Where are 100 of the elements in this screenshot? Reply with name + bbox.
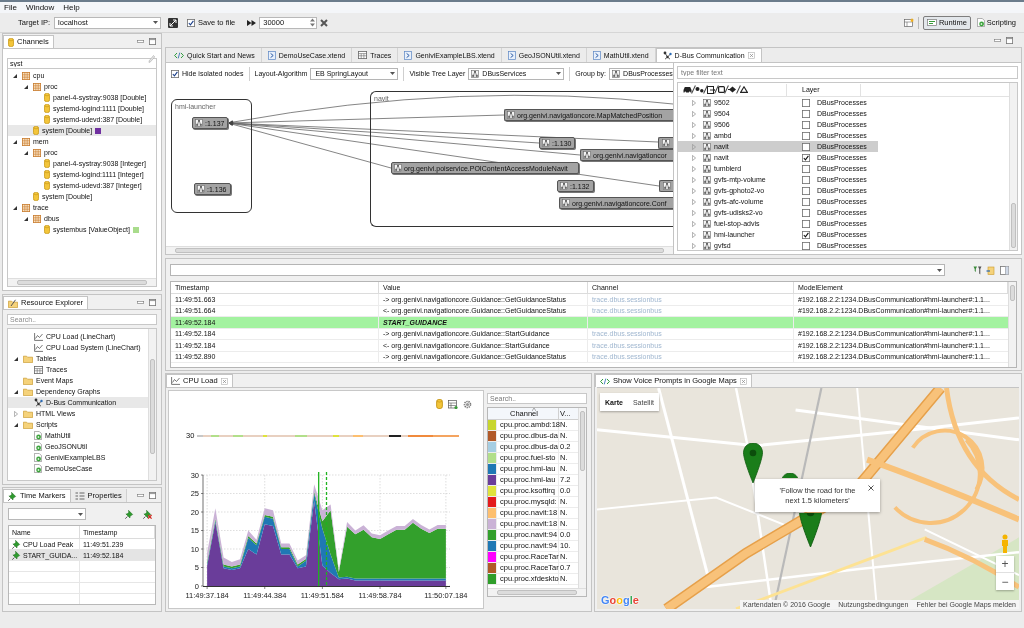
- checkbox[interactable]: [802, 230, 810, 239]
- triangle-icon: [740, 86, 748, 93]
- minimize-icon[interactable]: [137, 494, 144, 497]
- script-icon: [34, 431, 42, 440]
- network-icon: [703, 98, 711, 107]
- expanded-arrow-icon[interactable]: [13, 73, 17, 78]
- cylinder-icon: [44, 104, 50, 113]
- maximize-icon[interactable]: [149, 492, 156, 499]
- export-icon[interactable]: [986, 265, 995, 275]
- checkbox[interactable]: [802, 219, 810, 228]
- runtime-icon: [926, 19, 937, 26]
- minimize-icon[interactable]: [137, 40, 144, 43]
- network-icon: [703, 175, 711, 184]
- add-marker-icon[interactable]: [125, 509, 134, 519]
- checkbox[interactable]: [802, 142, 810, 151]
- cylinder-icon: [8, 37, 14, 47]
- script-icon: [34, 453, 42, 462]
- network-icon: [703, 197, 711, 206]
- expanded-arrow-icon[interactable]: [14, 389, 18, 394]
- checkbox[interactable]: [802, 164, 810, 173]
- table-icon: [358, 51, 368, 59]
- gear-icon[interactable]: [463, 400, 472, 409]
- cylinder-icon: [33, 192, 39, 201]
- sort-caret-icon: [532, 408, 536, 411]
- open-perspective-icon[interactable]: [903, 18, 914, 27]
- network-icon: [663, 182, 671, 190]
- maximize-icon[interactable]: [149, 38, 156, 45]
- network-icon: [703, 131, 711, 140]
- expanded-arrow-icon[interactable]: [14, 422, 18, 427]
- minimize-icon[interactable]: [137, 301, 144, 304]
- map-pin-icon[interactable]: [781, 473, 799, 478]
- vertical-scrollbar[interactable]: [1008, 282, 1016, 367]
- map-pin-icon[interactable]: [799, 513, 822, 547]
- scripting-icon: [976, 18, 985, 27]
- graph-node[interactable]: [658, 137, 673, 149]
- filter-icon[interactable]: [973, 265, 982, 275]
- checkbox[interactable]: [802, 153, 810, 162]
- checkbox[interactable]: [187, 18, 196, 27]
- file-icon: [404, 50, 413, 60]
- network-icon: [703, 186, 711, 195]
- checkbox[interactable]: [802, 197, 810, 206]
- horizontal-scrollbar[interactable]: [166, 246, 673, 254]
- network-icon: [703, 208, 711, 217]
- cylinder-icon: [44, 159, 50, 168]
- delete-icon[interactable]: [320, 18, 329, 27]
- checkbox[interactable]: [802, 109, 810, 118]
- file-icon: [507, 50, 516, 60]
- network-icon: [662, 139, 670, 147]
- car-icon: [683, 86, 692, 93]
- expanded-arrow-icon[interactable]: [13, 139, 17, 144]
- checkbox[interactable]: [802, 120, 810, 129]
- checkbox[interactable]: [171, 69, 179, 78]
- properties-icon: [74, 491, 85, 500]
- connect-icon[interactable]: [168, 17, 179, 28]
- pin-icon: [8, 491, 17, 501]
- menu-item[interactable]: Window: [25, 3, 55, 12]
- remove-marker-icon[interactable]: [143, 509, 152, 519]
- expanded-arrow-icon[interactable]: [24, 150, 28, 155]
- dropdown-caret-icon: [78, 512, 83, 516]
- line-chart-icon: [171, 377, 180, 385]
- checkbox[interactable]: [802, 208, 810, 217]
- layout-icon[interactable]: [1000, 265, 1009, 275]
- network-icon: [703, 120, 711, 129]
- zoom-out-button[interactable]: −: [996, 573, 1014, 590]
- checkbox[interactable]: [802, 131, 810, 140]
- dropdown-caret-icon: [556, 72, 562, 75]
- network-icon: [560, 182, 568, 190]
- map-pin-icon[interactable]: [743, 443, 763, 483]
- close-icon[interactable]: [868, 485, 874, 491]
- vertical-scrollbar[interactable]: [1009, 83, 1017, 250]
- graph-node[interactable]: [659, 180, 673, 192]
- menu-item[interactable]: File: [4, 3, 17, 12]
- network-icon: [703, 241, 711, 250]
- cylinder-icon: [44, 115, 50, 124]
- menu-item[interactable]: Help: [63, 3, 80, 12]
- maximize-icon[interactable]: [149, 299, 156, 306]
- marker-dropdown[interactable]: [8, 508, 86, 520]
- vertical-scrollbar[interactable]: [148, 329, 156, 480]
- network-icon: [471, 69, 480, 78]
- expanded-arrow-icon[interactable]: [24, 84, 28, 89]
- square-icon: [718, 86, 725, 93]
- vertical-scrollbar[interactable]: [578, 408, 586, 588]
- horizontal-scrollbar[interactable]: [488, 588, 586, 596]
- horizontal-scrollbar[interactable]: [8, 278, 156, 286]
- checkbox[interactable]: [802, 186, 810, 195]
- network-icon: [703, 142, 711, 151]
- checkbox[interactable]: [802, 241, 810, 250]
- network-icon: [197, 185, 205, 193]
- grid-icon: [22, 71, 30, 80]
- zoom-in-button[interactable]: +: [996, 556, 1014, 573]
- minimize-icon[interactable]: [994, 38, 1001, 42]
- network-icon: [394, 164, 402, 172]
- table-export-icon[interactable]: [448, 400, 458, 409]
- expanded-arrow-icon[interactable]: [13, 205, 17, 210]
- checkbox[interactable]: [802, 175, 810, 184]
- expanded-arrow-icon[interactable]: [14, 356, 18, 361]
- maximize-icon[interactable]: [1006, 36, 1013, 44]
- checkbox[interactable]: [802, 98, 810, 107]
- spinner-arrows-icon: [310, 18, 316, 27]
- expanded-arrow-icon[interactable]: [24, 216, 28, 221]
